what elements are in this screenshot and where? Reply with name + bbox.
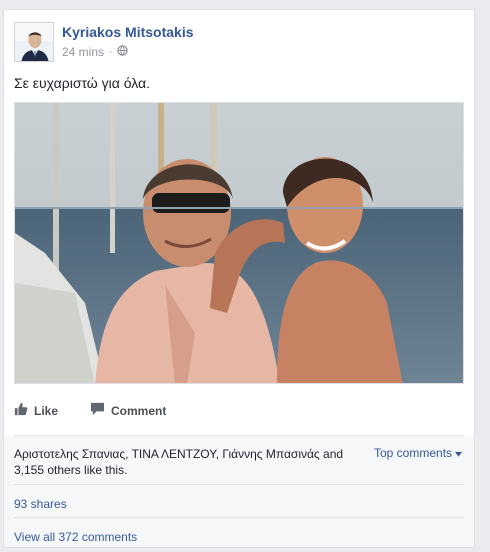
post-actions: Like Comment [14,402,464,422]
post-timestamp[interactable]: 24 mins [62,45,104,59]
and-text: and [319,447,344,461]
post-card: Kyriakos Mitsotakis 24 mins · Σε ευχαρισ… [3,9,475,548]
globe-icon[interactable] [117,45,129,59]
liker-name[interactable]: Αριστοτελης Σπανιας [14,447,125,461]
meta-separator: · [109,46,113,58]
likes-summary: Αριστοτελης Σπανιας, ΤΙΝΑ ΛΕΝΤΖΟΥ, Γιάνν… [14,446,354,478]
liker-name[interactable]: ΤΙΝΑ ΛΕΝΤΖΟΥ [132,447,216,461]
reactions-panel: Αριστοτελης Σπανιας, ΤΙΝΑ ΛΕΝΤΖΟΥ, Γιάνν… [4,436,474,547]
author-avatar[interactable] [14,22,54,62]
post-meta: 24 mins · [62,45,129,59]
like-button[interactable]: Like [14,402,58,419]
top-comments-label: Top comments [374,446,453,460]
liker-name[interactable]: Γιάννης Μπασινάς [222,447,319,461]
like-label: Like [34,403,59,418]
post-text: Σε ευχαριστώ για όλα. [14,75,151,91]
top-comments-dropdown[interactable]: Top comments [374,446,463,460]
comment-icon [90,402,105,419]
post-header: Kyriakos Mitsotakis 24 mins · [14,22,454,64]
shares-link[interactable]: 93 shares [14,497,67,511]
thumbs-up-icon [14,402,28,419]
others-like-link[interactable]: 3,155 others like this. [14,463,127,477]
post-photo[interactable] [14,102,464,384]
caret-down-icon [455,446,463,460]
divider [14,484,464,485]
author-name[interactable]: Kyriakos Mitsotakis [62,24,194,40]
divider [14,517,464,518]
view-all-comments-link[interactable]: View all 372 comments [14,530,137,544]
comment-label: Comment [111,403,167,418]
comment-button[interactable]: Comment [90,402,166,419]
